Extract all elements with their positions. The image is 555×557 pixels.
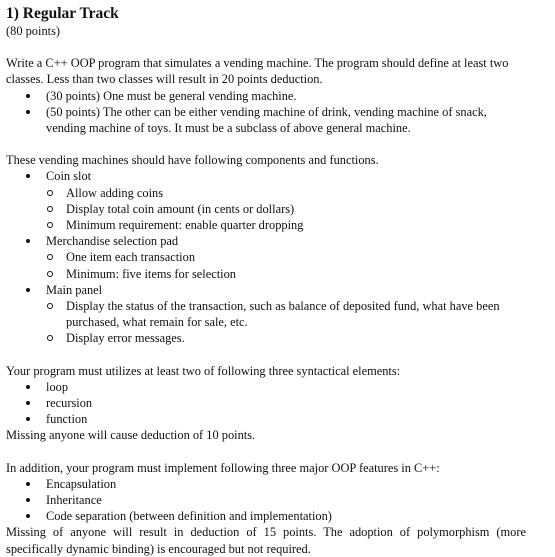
syntax-list: loop recursion function (6, 379, 526, 428)
sub-list-item: Allow adding coins (46, 185, 526, 201)
list-item: Inheritance (6, 492, 526, 508)
bullet-icon (26, 239, 30, 244)
list-item-main-panel: Main panel Display the status of the tra… (6, 282, 526, 347)
sub-list-item: Display error messages. (46, 330, 526, 346)
sub-list-item: Display the status of the transaction, s… (46, 298, 526, 330)
list-item-selection-pad: Merchandise selection pad One item each … (6, 233, 526, 282)
bullet-icon (26, 401, 30, 406)
sub-list-item: Minimum: five items for selection (46, 266, 526, 282)
list-item: loop (6, 379, 526, 395)
list-item: function (6, 411, 526, 427)
components-list: Coin slot Allow adding coins Display tot… (6, 168, 526, 346)
bullet-icon (26, 109, 30, 114)
oop-note: Missing of anyone will result in deducti… (6, 525, 526, 556)
intro-paragraph: Write a C++ OOP program that simulates a… (6, 56, 509, 87)
list-item: Code separation (between definition and … (6, 508, 526, 524)
circle-bullet-icon (47, 303, 53, 310)
bullet-icon (26, 481, 30, 486)
sub-list-item: One item each transaction (46, 249, 526, 265)
list-item-coin-slot: Coin slot Allow adding coins Display tot… (6, 168, 526, 233)
syntax-paragraph: Your program must utilizes at least two … (6, 363, 401, 378)
bullet-icon (26, 514, 30, 519)
document-page: 1) Regular Track (80 points) Write a C++… (0, 0, 555, 557)
circle-bullet-icon (47, 205, 53, 212)
circle-bullet-icon (47, 335, 53, 342)
list-item: (30 points) One must be general vending … (6, 88, 526, 104)
list-item: Encapsulation (6, 476, 526, 492)
bullet-icon (26, 417, 30, 422)
sub-list-item: Minimum requirement: enable quarter drop… (46, 217, 526, 233)
bullet-icon (26, 498, 30, 503)
section-points: (80 points) (6, 24, 61, 38)
components-paragraph: These vending machines should have follo… (6, 153, 379, 168)
bullet-icon (26, 287, 30, 292)
circle-bullet-icon (47, 222, 53, 229)
bullet-icon (26, 174, 30, 179)
circle-bullet-icon (47, 189, 53, 196)
oop-features-list: Encapsulation Inheritance Code separatio… (6, 476, 526, 525)
class-requirements-list: (30 points) One must be general vending … (6, 88, 526, 137)
oop-paragraph: In addition, your program must implement… (6, 460, 440, 475)
bullet-icon (26, 93, 30, 98)
sub-list-item: Display total coin amount (in cents or d… (46, 201, 526, 217)
circle-bullet-icon (47, 270, 53, 277)
syntax-note: Missing anyone will cause deduction of 1… (6, 428, 256, 443)
circle-bullet-icon (47, 254, 53, 261)
section-title: 1) Regular Track (6, 5, 119, 22)
bullet-icon (26, 384, 30, 389)
list-item: (50 points) The other can be either vend… (6, 104, 526, 136)
list-item: recursion (6, 395, 526, 411)
